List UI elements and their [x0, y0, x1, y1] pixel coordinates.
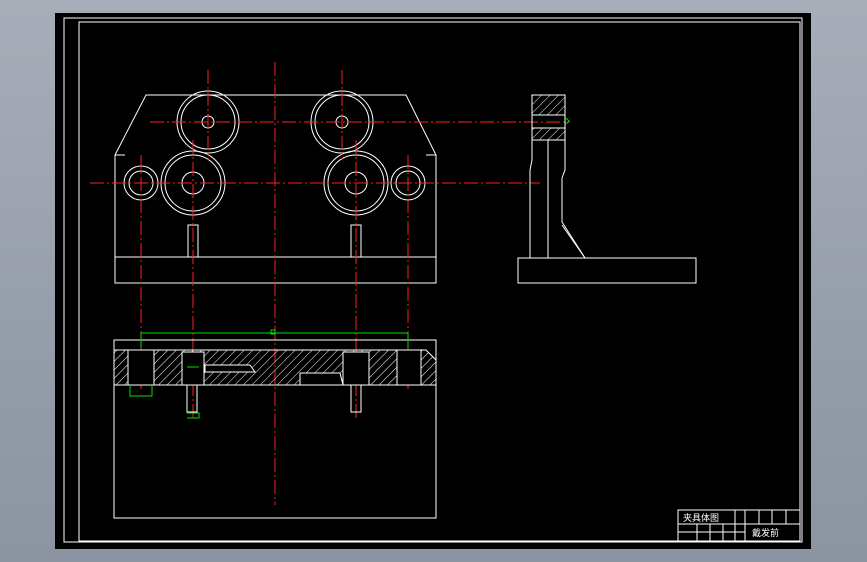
outer-border — [63, 17, 803, 543]
front-view — [90, 62, 570, 505]
upright-section-top — [531, 94, 566, 116]
side-view — [517, 94, 697, 284]
bore-right — [396, 349, 422, 386]
cad-viewport: 夹具体图 戴发前 — [0, 0, 867, 562]
lower-left-gear — [160, 150, 226, 216]
side-base-plate — [517, 257, 697, 284]
upright-outline — [529, 94, 586, 259]
title-block: 夹具体图 戴发前 — [677, 509, 801, 542]
bore-left — [127, 349, 155, 386]
designer-name: 戴发前 — [752, 527, 779, 539]
section-strip — [113, 349, 437, 386]
inner-border — [78, 21, 801, 542]
drawing-name: 夹具体图 — [683, 512, 719, 524]
bore-center-left — [181, 351, 205, 386]
bore-center-right — [342, 351, 370, 386]
upright-section-mid — [531, 127, 566, 141]
section-pin-left — [186, 384, 198, 413]
drawing-canvas: 夹具体图 戴发前 — [63, 17, 803, 543]
